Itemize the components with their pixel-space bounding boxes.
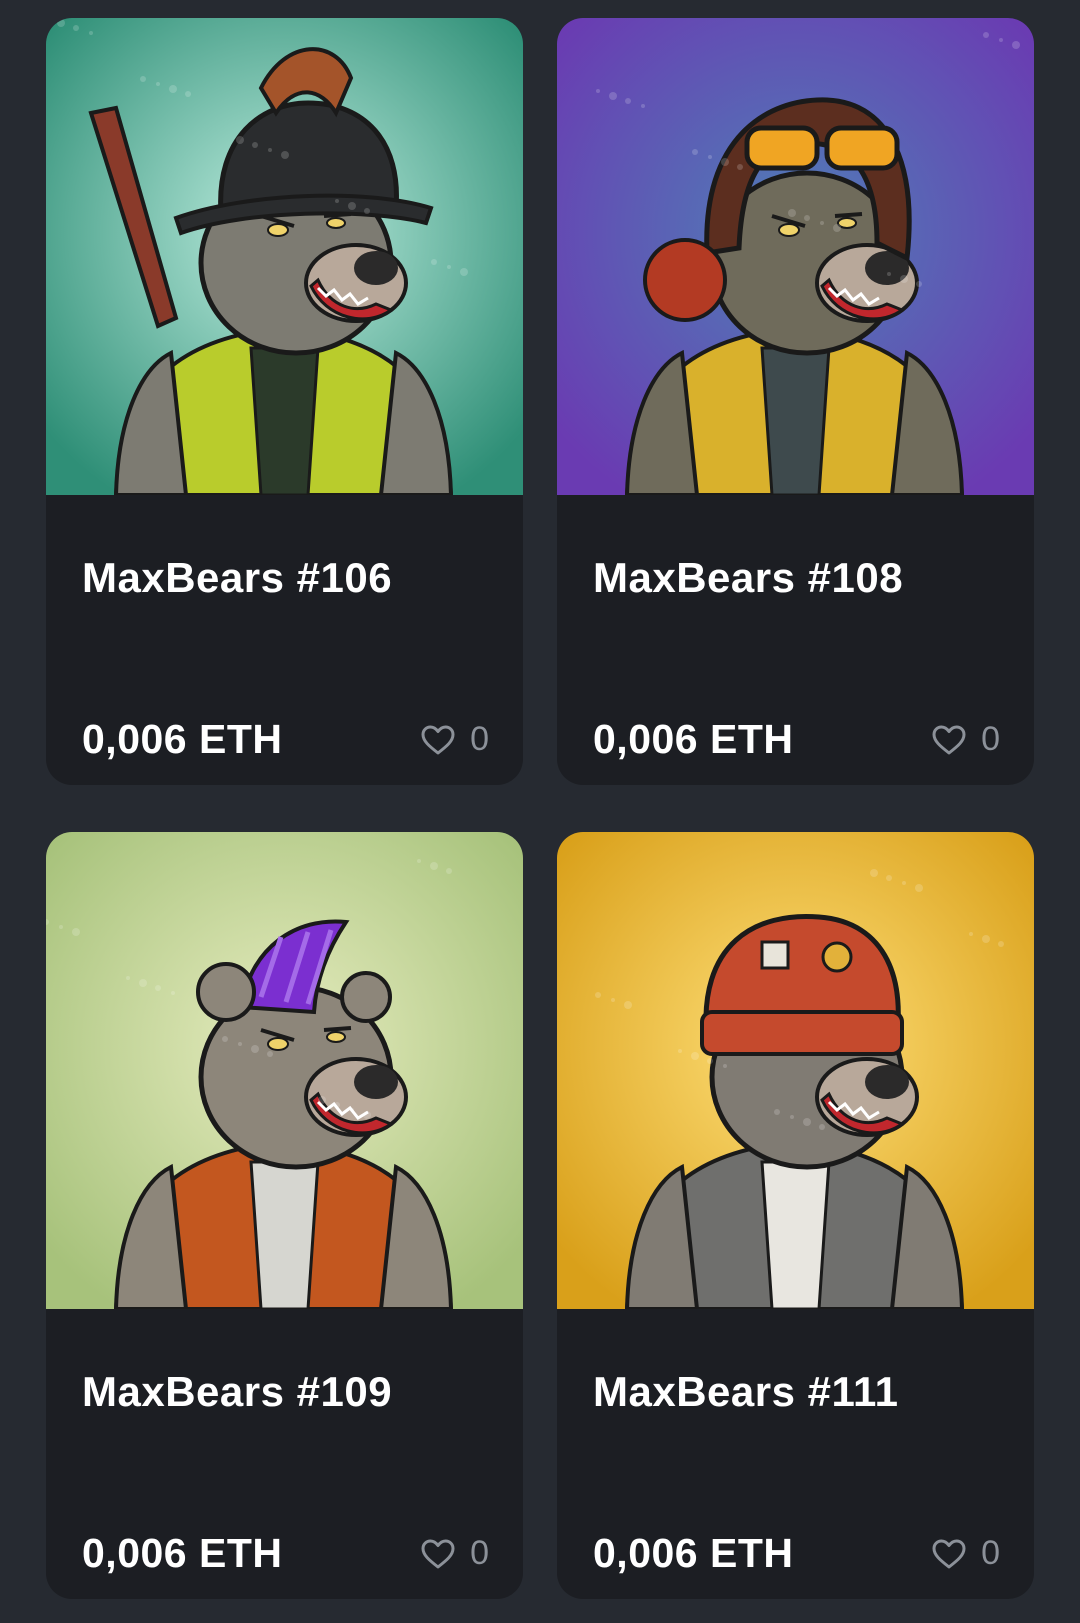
like-button[interactable]: 0 [931,720,1000,759]
nft-title[interactable]: MaxBears #109 [82,1368,392,1416]
nft-title[interactable]: MaxBears #106 [82,554,392,602]
heart-icon [932,1539,966,1568]
like-count: 0 [470,1534,489,1572]
nft-price: 0,006 ETH [593,1530,794,1576]
nft-card[interactable]: MaxBears #106 0,006 ETH 0 [46,18,523,785]
heart-icon [421,725,455,754]
bear-illustration [557,832,1034,1309]
like-button[interactable]: 0 [420,720,489,759]
nft-image[interactable] [46,18,523,495]
bear-illustration [557,18,1034,495]
nft-grid: MaxBears #106 0,006 ETH 0 MaxBears #108 … [0,0,1080,1623]
nft-card[interactable]: MaxBears #111 0,006 ETH 0 [557,832,1034,1599]
nft-card[interactable]: MaxBears #109 0,006 ETH 0 [46,832,523,1599]
bear-illustration [46,832,523,1309]
nft-price: 0,006 ETH [82,1530,283,1576]
like-count: 0 [981,1534,1000,1572]
like-count: 0 [981,720,1000,758]
nft-price: 0,006 ETH [593,716,794,762]
nft-card[interactable]: MaxBears #108 0,006 ETH 0 [557,18,1034,785]
nft-image[interactable] [46,832,523,1309]
bear-illustration [46,18,523,495]
nft-title[interactable]: MaxBears #108 [593,554,903,602]
heart-icon [421,1539,455,1568]
nft-image[interactable] [557,18,1034,495]
like-button[interactable]: 0 [931,1534,1000,1573]
like-button[interactable]: 0 [420,1534,489,1573]
nft-image[interactable] [557,832,1034,1309]
nft-title[interactable]: MaxBears #111 [593,1368,898,1416]
nft-price: 0,006 ETH [82,716,283,762]
like-count: 0 [470,720,489,758]
heart-icon [932,725,966,754]
